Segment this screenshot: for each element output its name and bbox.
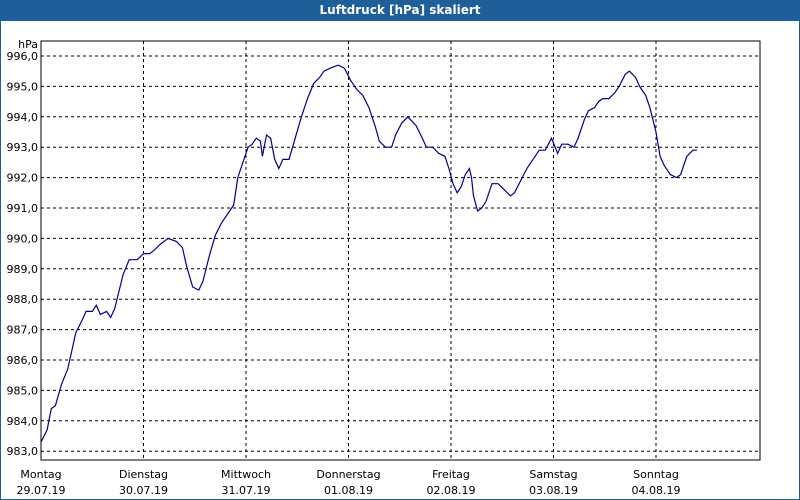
plot-area-border: [40, 40, 761, 461]
y-tick-label: 986,0: [7, 354, 39, 367]
y-tick-label: 984,0: [7, 415, 39, 428]
x-tick-date-label: 31.07.19: [222, 484, 271, 497]
y-tick-label: 983,0: [7, 445, 39, 458]
y-tick-label: 988,0: [7, 293, 39, 306]
x-tick-date-label: 29.07.19: [17, 484, 66, 497]
x-tick-day-label: Sonntag: [633, 468, 679, 481]
y-tick-label: 992,0: [7, 172, 39, 185]
y-tick-label: 987,0: [7, 324, 39, 337]
x-tick-day-label: Dienstag: [119, 468, 168, 481]
x-tick-day-label: Freitag: [432, 468, 470, 481]
x-tick-date-label: 01.08.19: [324, 484, 373, 497]
y-tick-label: 990,0: [7, 232, 39, 245]
y-tick-label: 991,0: [7, 202, 39, 215]
y-tick-label: 989,0: [7, 263, 39, 276]
y-tick-label: 995,0: [7, 80, 39, 93]
chart-svg: 996,0 995,0 994,0 993,0 992,0 991,0 990,0 989,0…: [7, 38, 761, 497]
x-tick-date-label: 30.07.19: [119, 484, 168, 497]
x-tick-day-label: Montag: [20, 468, 61, 481]
x-tick-day-label: Samstag: [529, 468, 577, 481]
y-tick-label: 985,0: [7, 384, 39, 397]
x-tick-day-label: Mittwoch: [221, 468, 271, 481]
series-line-luftdruck: [40, 64, 697, 443]
y-tick-label: 994,0: [7, 111, 39, 124]
x-tick-date-label: 02.08.19: [427, 484, 476, 497]
x-tick-date-label: 03.08.19: [529, 484, 578, 497]
x-tick-day-label: Donnerstag: [316, 468, 380, 481]
y-tick-label: 993,0: [7, 141, 39, 154]
y-tick-label: 996,0: [7, 50, 39, 63]
x-tick-date-label: 04.08.19: [632, 484, 681, 497]
y-axis-label: hPa: [18, 38, 38, 51]
